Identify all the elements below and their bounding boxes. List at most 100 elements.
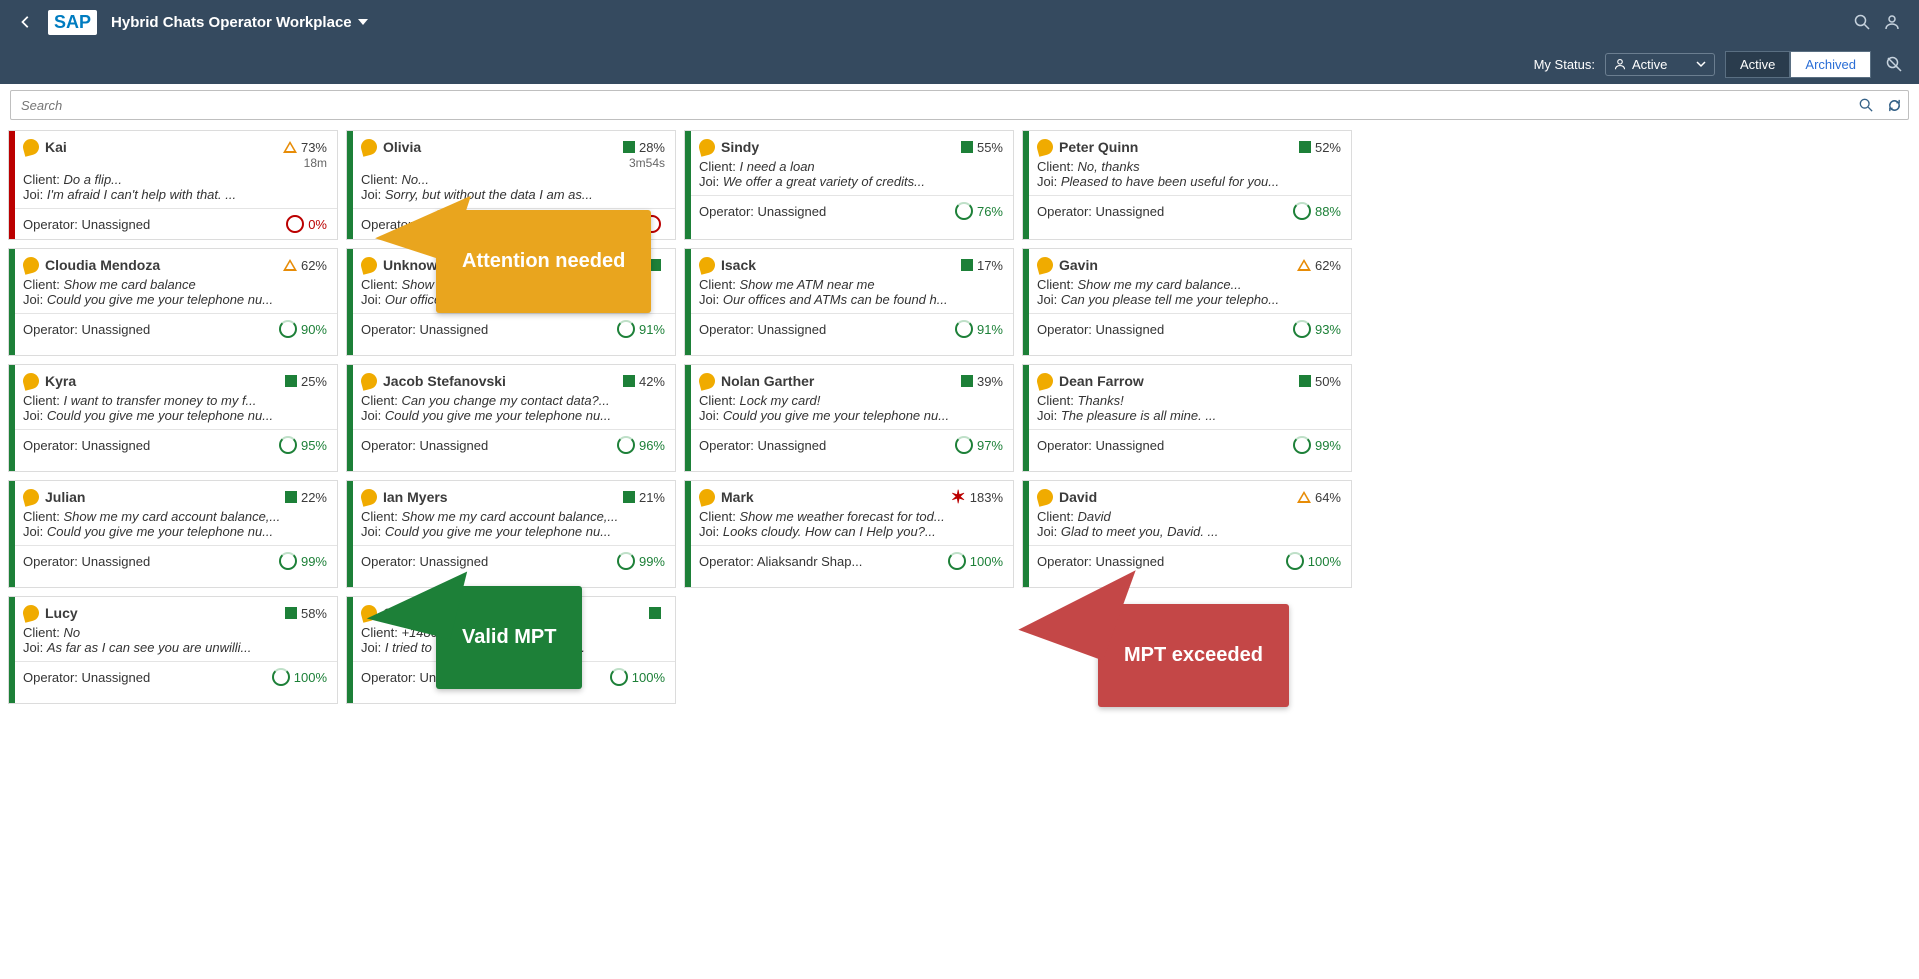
card-operator-line: Operator: Unassigned (23, 322, 150, 337)
chat-card[interactable]: Sindy55%Client: I need a loanJoi: We off… (684, 130, 1014, 240)
card-client-line: Client: David (1037, 509, 1341, 524)
card-top-percent (649, 607, 665, 619)
card-client-line: Client: No (23, 625, 327, 640)
card-joi-line: Joi: Can you please tell me your telepho… (1037, 292, 1341, 307)
progress-ring-icon (948, 552, 966, 570)
chat-card[interactable]: Kyra25%Client: I want to transfer money … (8, 364, 338, 472)
square-green-icon (961, 375, 973, 387)
chat-bubble-icon (359, 255, 379, 275)
card-joi-line: Joi: Could you give me your telephone nu… (23, 408, 327, 423)
card-top-percent: 58% (285, 606, 327, 621)
refresh-button[interactable] (1880, 98, 1908, 113)
progress-ring-icon (1293, 320, 1311, 338)
card-client-line: Client: Do a flip... (23, 172, 327, 187)
card-joi-line: Joi: Pleased to have been useful for you… (1037, 174, 1341, 189)
card-client-line: Client: Show me ATM near me (699, 277, 1003, 292)
search-input[interactable] (11, 98, 1852, 113)
card-client-name: Mark (721, 489, 754, 505)
card-top-percent: 73% (283, 140, 327, 155)
square-green-icon (623, 491, 635, 503)
user-button[interactable] (1877, 7, 1907, 37)
callout-valid-mpt: Valid MPT (436, 586, 582, 689)
card-client-line: Client: I need a loan (699, 159, 1003, 174)
card-bottom-percent: 91% (617, 320, 665, 338)
chat-bubble-icon (697, 137, 717, 157)
progress-ring-icon (279, 436, 297, 454)
card-client-name: Peter Quinn (1059, 139, 1138, 155)
callout-attention-needed: Attention needed (436, 210, 651, 313)
card-top-percent: 22% (285, 490, 327, 505)
card-bottom-percent: 96% (617, 436, 665, 454)
card-time: 18m (304, 156, 327, 170)
chat-card[interactable]: Dean Farrow50%Client: Thanks!Joi: The pl… (1022, 364, 1352, 472)
star-critical-icon: ✶ (951, 491, 966, 503)
card-client-name: Kai (45, 139, 67, 155)
app-title-dropdown[interactable]: Hybrid Chats Operator Workplace (111, 14, 368, 31)
card-client-name: David (1059, 489, 1097, 505)
progress-ring-icon (617, 552, 635, 570)
square-green-icon (1299, 375, 1311, 387)
square-green-icon (649, 607, 661, 619)
status-select[interactable]: Active (1605, 53, 1715, 76)
chat-bubble-icon (359, 371, 379, 391)
card-joi-line: Joi: As far as I can see you are unwilli… (23, 640, 327, 655)
card-client-line: Client: I want to transfer money to my f… (23, 393, 327, 408)
card-top-percent: 21% (623, 490, 665, 505)
tab-active[interactable]: Active (1725, 51, 1790, 78)
triangle-warning-icon (1297, 259, 1311, 271)
card-joi-line: Joi: Could you give me your telephone nu… (23, 292, 327, 307)
chat-card[interactable]: Kai73%18mClient: Do a flip...Joi: I'm af… (8, 130, 338, 240)
tab-archived[interactable]: Archived (1790, 51, 1871, 78)
chat-card[interactable]: Isack17%Client: Show me ATM near meJoi: … (684, 248, 1014, 356)
chat-bubble-icon (697, 255, 717, 275)
search-header-button[interactable] (1847, 7, 1877, 37)
progress-ring-icon (955, 320, 973, 338)
card-bottom-percent: 95% (279, 436, 327, 454)
chat-card[interactable]: Lucy 58% Client: NoJoi: As far as I can se… (8, 596, 338, 704)
search-icon (1859, 98, 1873, 112)
card-bottom-percent: 100% (272, 668, 327, 686)
square-green-icon (285, 607, 297, 619)
person-icon (1884, 14, 1900, 30)
person-icon (1614, 58, 1626, 70)
chat-bubble-icon (359, 137, 379, 157)
card-bottom-percent: 88% (1293, 202, 1341, 220)
card-client-name: Isack (721, 257, 756, 273)
chat-bubble-icon (359, 487, 379, 507)
chat-bubble-icon (1035, 487, 1055, 507)
progress-ring-icon (286, 215, 304, 233)
chat-card[interactable]: Peter Quinn52%Client: No, thanksJoi: Ple… (1022, 130, 1352, 240)
chat-card[interactable]: Nolan Garther39%Client: Lock my card!Joi… (684, 364, 1014, 472)
card-client-name: Olivia (383, 139, 421, 155)
card-top-percent (649, 259, 665, 271)
chat-bubble-icon (1035, 137, 1055, 157)
chat-bubble-icon (1035, 255, 1055, 275)
progress-ring-icon (955, 202, 973, 220)
chat-card[interactable]: Julian22%Client: Show me my card account… (8, 480, 338, 588)
chat-bubble-icon (21, 371, 41, 391)
chat-card[interactable]: Jacob Stefanovski42%Client: Can you chan… (346, 364, 676, 472)
card-bottom-percent: 91% (955, 320, 1003, 338)
card-client-name: Lucy (45, 605, 78, 621)
card-client-name: Dean Farrow (1059, 373, 1144, 389)
square-green-icon (1299, 141, 1311, 153)
app-title-text: Hybrid Chats Operator Workplace (111, 14, 352, 31)
card-joi-line: Joi: Could you give me your telephone nu… (23, 524, 327, 539)
card-operator-line: Operator: Unassigned (699, 322, 826, 337)
clear-filter-button[interactable] (1881, 51, 1907, 77)
cards-container: Kai73%18mClient: Do a flip...Joi: I'm af… (0, 126, 1919, 708)
card-bottom-percent: 100% (1286, 552, 1341, 570)
back-button[interactable] (12, 8, 40, 36)
square-green-icon (961, 259, 973, 271)
progress-ring-icon (279, 552, 297, 570)
card-top-percent: 28% (623, 140, 665, 155)
card-client-name: Sindy (721, 139, 759, 155)
card-client-name: Cloudia Mendoza (45, 257, 160, 273)
card-client-line: Client: Can you change my contact data?.… (361, 393, 665, 408)
chat-card[interactable]: Gavin62%Client: Show me my card balance.… (1022, 248, 1352, 356)
chat-card[interactable]: Cloudia Mendoza62%Client: Show me card b… (8, 248, 338, 356)
triangle-warning-icon (283, 259, 297, 271)
search-button[interactable] (1852, 98, 1880, 112)
my-status-label: My Status: (1534, 57, 1595, 72)
chat-card[interactable]: Mark✶183%Client: Show me weather forecas… (684, 480, 1014, 588)
